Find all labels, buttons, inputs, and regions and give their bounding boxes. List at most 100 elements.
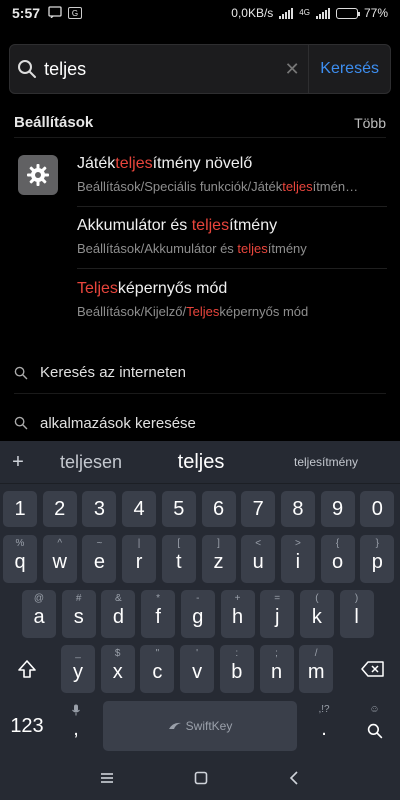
key-secondary-label: + — [234, 593, 241, 604]
key-label: u — [252, 550, 264, 573]
key-w[interactable]: ^ w — [42, 535, 77, 583]
key-n[interactable]: ; n — [259, 645, 294, 693]
key-secondary-label: } — [375, 538, 379, 549]
shift-key[interactable] — [3, 645, 51, 693]
key-label: w — [52, 550, 67, 573]
key-label: . — [321, 717, 327, 740]
space-key[interactable]: SwiftKey — [103, 701, 297, 751]
settings-section-header: Beállítások Több — [14, 108, 386, 138]
key-d[interactable]: & d — [101, 590, 136, 638]
key-k[interactable]: (k — [299, 590, 334, 638]
more-button[interactable]: Több — [354, 115, 386, 131]
key-label: t — [176, 550, 182, 573]
key-7[interactable]: 7 — [241, 491, 276, 527]
search-input[interactable] — [44, 45, 277, 93]
key-secondary-label: - — [196, 593, 200, 604]
result-item[interactable]: Akkumulátor és teljesítmény Beállítások/… — [77, 207, 387, 269]
key-label: r — [135, 550, 143, 573]
key-y[interactable]: _ y — [61, 645, 95, 693]
key-secondary-label: & — [115, 593, 122, 604]
key-6[interactable]: 6 — [201, 491, 236, 527]
key-b[interactable]: :b — [219, 645, 254, 693]
key-5[interactable]: 5 — [161, 491, 196, 527]
key-i[interactable]: > i — [280, 535, 315, 583]
result-title: Teljesképernyős mód — [77, 280, 228, 297]
key-label: 0 — [371, 497, 383, 520]
expand-toolbar-button[interactable]: + — [0, 451, 36, 474]
key-q[interactable]: % q — [3, 535, 37, 583]
result-item[interactable]: Játékteljesítmény növelő Beállítások/Spe… — [77, 145, 387, 207]
key-label: g — [192, 605, 204, 628]
key-secondary-label: ) — [354, 593, 359, 604]
navigation-bar — [0, 760, 400, 800]
key-j[interactable]: = j — [260, 590, 295, 638]
swiftkey-icon — [168, 722, 181, 729]
result-path: Beállítások/Akkumulátor és teljesítmény — [77, 241, 307, 256]
backspace-key[interactable] — [349, 645, 397, 693]
key-z[interactable]: ] z — [201, 535, 236, 583]
home-icon[interactable] — [194, 771, 208, 790]
key-r[interactable]: | r — [122, 535, 157, 583]
key-label: v — [192, 660, 203, 683]
key-secondary-label: : — [235, 648, 239, 659]
key-x[interactable]: $ x — [100, 645, 135, 693]
status-bar: 5:57 G 0,0KB/s 4G 77% — [0, 0, 400, 26]
key-o[interactable]: {o — [320, 535, 355, 583]
key-label: d — [112, 605, 124, 628]
result-path: Beállítások/Speciális funkciók/Játéktelj… — [77, 179, 359, 194]
key-secondary-label: $ — [114, 648, 121, 659]
key-0[interactable]: 0 — [360, 491, 395, 527]
key-secondary-label: _ — [75, 648, 81, 659]
suggestion-item[interactable]: teljesen — [36, 452, 146, 473]
result-item[interactable]: Teljesképernyős mód Beállítások/Kijelző/… — [77, 270, 387, 332]
net-speed: 0,0KB/s — [231, 6, 274, 20]
swiftkey-logo: SwiftKey — [168, 719, 232, 733]
clear-icon[interactable]: ✕ — [276, 59, 308, 80]
key-t[interactable]: [t — [161, 535, 196, 583]
key-p[interactable]: } p — [360, 535, 395, 583]
key-g[interactable]: -g — [180, 590, 215, 638]
key-secondary-label: * — [156, 593, 161, 604]
key-secondary-label: ~ — [96, 538, 103, 549]
key-4[interactable]: 4 — [122, 491, 157, 527]
key-9[interactable]: 9 — [320, 491, 355, 527]
key-2[interactable]: 2 — [42, 491, 77, 527]
key-label: a — [33, 605, 45, 628]
key-label: 6 — [212, 497, 225, 520]
key-label: k — [311, 605, 322, 628]
key-c[interactable]: " c — [140, 645, 175, 693]
settings-gear-icon — [18, 155, 58, 195]
key-label: f — [155, 605, 161, 628]
key-h[interactable]: + h — [220, 590, 255, 638]
key-f[interactable]: * f — [141, 590, 176, 638]
key-1[interactable]: 1 — [3, 491, 37, 527]
signal-icon — [279, 7, 294, 19]
suggestion-item[interactable]: teljesítmény — [256, 455, 396, 469]
key-m[interactable]: / m — [299, 645, 334, 693]
key-label: 7 — [252, 497, 264, 520]
suggestion-item[interactable]: teljes — [146, 451, 256, 474]
key-l[interactable]: ) l — [339, 590, 374, 638]
key-e[interactable]: ~ e — [82, 535, 117, 583]
back-icon[interactable] — [288, 770, 300, 790]
key-s[interactable]: # s — [61, 590, 96, 638]
key-label: o — [332, 550, 344, 573]
key-label: 3 — [93, 497, 105, 520]
key-label: x — [112, 660, 123, 683]
emoji-search-key[interactable]: ☺ — [352, 701, 397, 751]
key-v[interactable]: ' v — [180, 645, 215, 693]
key-u[interactable]: < u — [241, 535, 276, 583]
search-apps-row[interactable]: alkalmazások keresése — [14, 404, 386, 442]
key-a[interactable]: @ a — [22, 590, 56, 638]
result-title: Játékteljesítmény növelő — [77, 155, 253, 172]
key-label: i — [295, 550, 301, 573]
key-8[interactable]: 8 — [280, 491, 315, 527]
result-title: Akkumulátor és teljesítmény — [77, 217, 278, 234]
menu-icon[interactable] — [100, 771, 114, 789]
numbers-key[interactable]: 123 — [3, 701, 51, 751]
key-3[interactable]: 3 — [82, 491, 117, 527]
period-key[interactable]: ,!?. — [306, 701, 342, 751]
comma-key[interactable]: , — [58, 701, 94, 751]
search-internet-row[interactable]: Keresés az interneten — [14, 352, 386, 394]
search-button[interactable]: Keresés — [309, 60, 390, 78]
